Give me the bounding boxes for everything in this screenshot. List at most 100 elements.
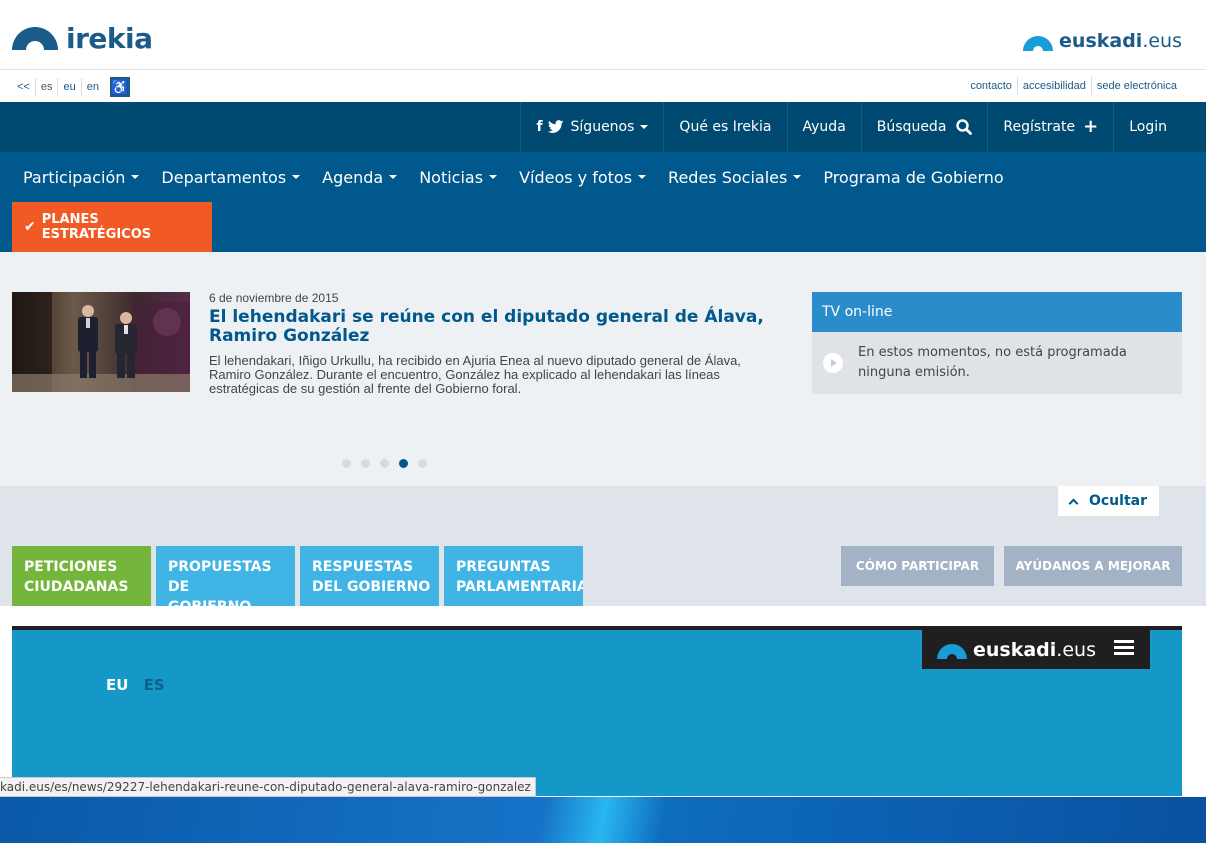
news-photo[interactable]	[12, 292, 190, 392]
euskadi-logo-suffix: .eus	[1142, 30, 1182, 52]
featured-section: 6 de noviembre de 2015 El lehendakari se…	[0, 252, 1206, 486]
carousel-dot-3[interactable]	[380, 459, 389, 468]
hide-button[interactable]: Ocultar	[1058, 486, 1159, 516]
language-bar: << es eu en ♿ contacto accesibilidad sed…	[0, 71, 1206, 102]
chevron-down-icon	[131, 175, 140, 179]
nav-registrate[interactable]: Regístrate +	[987, 102, 1113, 152]
carousel-dot-2[interactable]	[361, 459, 370, 468]
menu-departamentos-label: Departamentos	[161, 167, 287, 187]
menu-noticias-label: Noticias	[419, 167, 484, 187]
tv-online-message: En estos momentos, no está programada ni…	[858, 345, 1127, 380]
lang-en-link[interactable]: en	[82, 78, 104, 96]
top-nav: f Síguenos Qué es Irekia Ayuda Búsqueda …	[0, 102, 1206, 152]
accessibility-icon[interactable]: ♿	[109, 77, 130, 97]
euskadi-logo-main: euskadi	[1059, 30, 1143, 52]
tab-propuestas-gobierno[interactable]: PROPUESTAS DE GOBIERNO	[156, 546, 295, 615]
tab-label-line1: PREGUNTAS	[456, 559, 551, 575]
plus-icon: +	[1083, 116, 1099, 137]
utility-links: contacto accesibilidad sede electrónica	[965, 77, 1182, 95]
hide-button-label: Ocultar	[1088, 493, 1147, 509]
language-switcher: << es eu en ♿	[12, 77, 130, 97]
ayudanos-mejorar-button[interactable]: AYÚDANOS A MEJORAR	[1004, 546, 1182, 586]
news-photo-image	[12, 292, 190, 392]
tab-label-line1: RESPUESTAS	[312, 559, 414, 575]
nav-ayuda[interactable]: Ayuda	[786, 102, 861, 152]
nav-que-es-irekia[interactable]: Qué es Irekia	[663, 102, 786, 152]
search-icon	[956, 119, 973, 135]
participation-area: Ocultar PETICIONES CIUDADANAS PROPUESTAS…	[0, 486, 1206, 615]
twitter-icon	[547, 120, 564, 133]
menu-noticias[interactable]: Noticias	[408, 152, 508, 202]
tab-respuestas-gobierno[interactable]: RESPUESTAS DEL GOBIERNO	[300, 546, 439, 606]
news-summary: El lehendakari, Iñigo Urkullu, ha recibi…	[209, 353, 741, 396]
social-menu[interactable]: f Síguenos	[520, 102, 663, 152]
embed-lang-eu[interactable]: EU	[106, 676, 128, 694]
tv-online-title: TV on-line	[812, 292, 1182, 332]
tab-preguntas-parlamentarias[interactable]: PREGUNTAS PARLAMENTARIAS	[444, 546, 583, 606]
desktop-background	[0, 797, 1206, 843]
como-participar-button[interactable]: CÓMO PARTICIPAR	[841, 546, 994, 586]
embed-lang-es[interactable]: ES	[144, 676, 165, 694]
carousel-dots	[342, 459, 437, 468]
menu-redes-sociales-label: Redes Sociales	[668, 167, 788, 187]
lang-eu-link[interactable]: eu	[58, 78, 82, 96]
facebook-icon: f	[536, 119, 543, 135]
nav-busqueda-label: Búsqueda	[876, 119, 947, 135]
menu-participacion-label: Participación	[23, 167, 126, 187]
nav-registrate-label: Regístrate	[1003, 119, 1076, 135]
nav-busqueda[interactable]: Búsqueda	[860, 102, 988, 152]
irekia-logo[interactable]: irekia	[12, 20, 153, 54]
euskadi-arc-icon	[937, 644, 967, 659]
chevron-down-icon	[640, 125, 649, 129]
tab-peticiones-ciudadanas[interactable]: PETICIONES CIUDADANAS	[12, 546, 151, 606]
menu-videos-fotos-label: Vídeos y fotos	[519, 167, 633, 187]
tab-label-line2: CIUDADANAS	[24, 579, 129, 595]
irekia-arc-icon	[12, 27, 58, 50]
menu-redes-sociales[interactable]: Redes Sociales	[657, 152, 812, 202]
lang-es-link[interactable]: es	[36, 78, 59, 96]
news-title-link[interactable]: El lehendakari se reúne con el diputado …	[209, 308, 769, 346]
embedded-frame: euskadi .eus EU ES	[12, 626, 1182, 796]
lang-back-link[interactable]: <<	[12, 78, 36, 96]
chevron-down-icon	[292, 175, 301, 179]
embed-header: euskadi .eus	[922, 630, 1150, 669]
social-menu-label: Síguenos	[570, 119, 635, 135]
menu-departamentos[interactable]: Departamentos	[150, 152, 311, 202]
menu-participacion[interactable]: Participación	[12, 152, 150, 202]
embed-euskadi-suffix: .eus	[1056, 638, 1096, 661]
menu-videos-fotos[interactable]: Vídeos y fotos	[508, 152, 657, 202]
chevron-down-icon	[793, 175, 802, 179]
tab-label-line2: DEL GOBIERNO	[312, 579, 431, 595]
planes-estrategicos-label: PLANES ESTRATÉGICOS	[41, 212, 152, 242]
menu-agenda[interactable]: Agenda	[311, 152, 408, 202]
status-url: kadi.eus/es/news/29227-lehendakari-reune…	[0, 777, 536, 797]
planes-estrategicos-button[interactable]: ✔ PLANES ESTRATÉGICOS	[12, 202, 212, 252]
carousel-dot-4[interactable]	[399, 459, 408, 468]
tab-label-line2: PARLAMENTARIAS	[456, 579, 583, 595]
menu-programa-gobierno[interactable]: Programa de Gobierno	[812, 152, 1014, 202]
news-date: 6 de noviembre de 2015	[209, 291, 339, 305]
menu-agenda-label: Agenda	[322, 167, 384, 187]
chevron-down-icon	[489, 175, 498, 179]
tv-online-panel: TV on-line En estos momentos, no está pr…	[812, 292, 1182, 394]
embed-language-switcher: EU ES	[106, 676, 165, 694]
euskadi-arc-icon	[1023, 35, 1054, 51]
e-office-link[interactable]: sede electrónica	[1090, 77, 1182, 95]
chevron-down-icon	[389, 175, 398, 179]
check-icon: ✔	[24, 219, 36, 235]
hamburger-menu-icon[interactable]	[1114, 640, 1134, 656]
main-menu: Participación Departamentos Agenda Notic…	[0, 152, 1206, 252]
embed-euskadi-main: euskadi	[973, 638, 1057, 661]
euskadi-logo[interactable]: euskadi .eus	[1023, 30, 1182, 52]
accessibility-link[interactable]: accesibilidad	[1016, 77, 1091, 95]
play-icon	[823, 353, 843, 373]
contact-link[interactable]: contacto	[965, 77, 1017, 95]
site-header: irekia euskadi .eus	[0, 0, 1206, 70]
tab-label-line1: PETICIONES	[24, 559, 118, 575]
chevron-up-icon	[1068, 498, 1079, 508]
carousel-dot-5[interactable]	[418, 459, 427, 468]
carousel-dot-1[interactable]	[342, 459, 351, 468]
tab-label-line1: PROPUESTAS DE	[168, 559, 272, 595]
chevron-down-icon	[638, 175, 647, 179]
nav-login[interactable]: Login	[1113, 102, 1182, 152]
